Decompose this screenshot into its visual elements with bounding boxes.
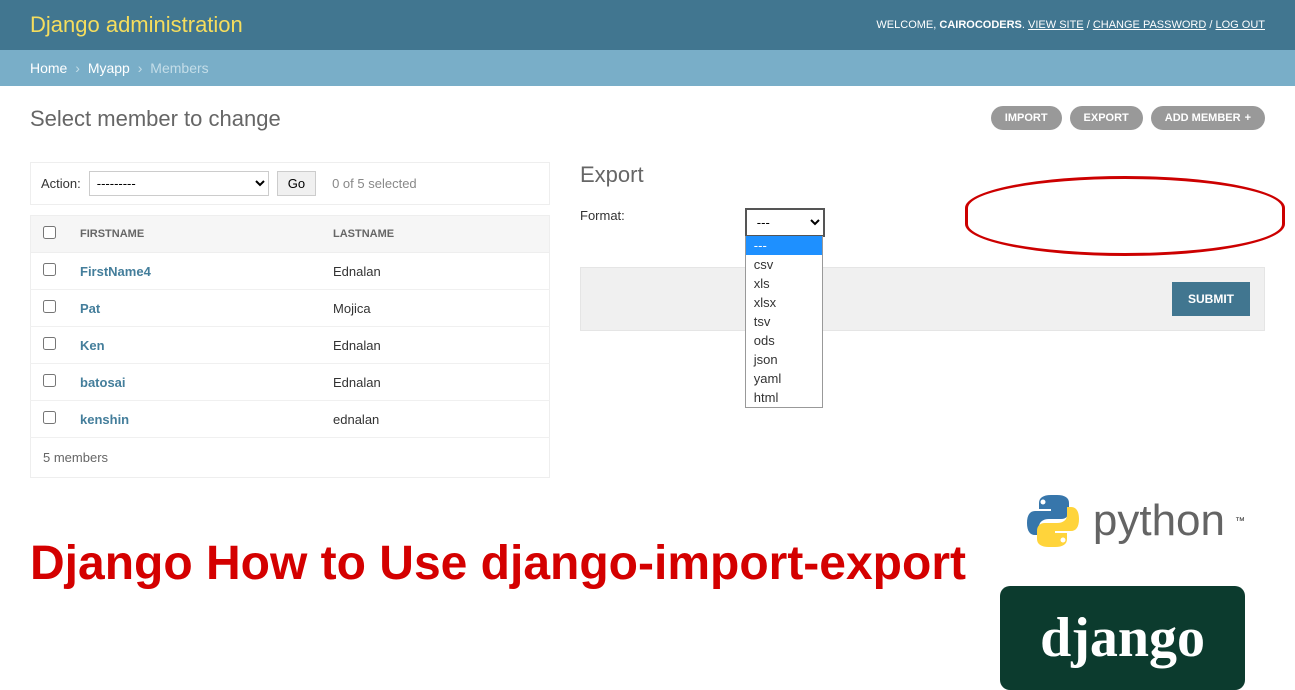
results-table: FIRSTNAME LASTNAME FirstName4 Ednalan Pa…	[30, 215, 550, 438]
python-icon	[1023, 491, 1083, 551]
breadcrumb-home[interactable]: Home	[30, 60, 67, 76]
format-label: Format:	[580, 208, 625, 223]
firstname-link[interactable]: Pat	[80, 301, 100, 316]
username: CAIROCODERS	[939, 19, 1022, 31]
user-links: WELCOME, CAIROCODERS. VIEW SITE / CHANGE…	[876, 19, 1265, 31]
format-option[interactable]: tsv	[746, 312, 822, 331]
lastname-cell: Ednalan	[321, 327, 549, 364]
table-row: Ken Ednalan	[31, 327, 550, 364]
select-all-checkbox[interactable]	[43, 226, 56, 239]
plus-icon: +	[1245, 112, 1251, 124]
format-option[interactable]: xlsx	[746, 293, 822, 312]
row-checkbox[interactable]	[43, 337, 56, 350]
python-logo: python ™	[1023, 491, 1245, 551]
header: Django administration WELCOME, CAIROCODE…	[0, 0, 1295, 50]
header-lastname[interactable]: LASTNAME	[321, 216, 549, 253]
export-title: Export	[580, 162, 1265, 188]
add-member-button[interactable]: ADD MEMBER +	[1151, 106, 1265, 130]
row-checkbox[interactable]	[43, 300, 56, 313]
action-bar: Action: --------- Go 0 of 5 selected	[30, 162, 550, 205]
selection-count: 0 of 5 selected	[332, 176, 417, 191]
table-row: Pat Mojica	[31, 290, 550, 327]
lastname-cell: Ednalan	[321, 253, 549, 290]
submit-row: SUBMIT	[580, 267, 1265, 331]
breadcrumb-current: Members	[150, 60, 208, 76]
object-tools: IMPORT EXPORT ADD MEMBER +	[991, 106, 1265, 130]
breadcrumb: Home › Myapp › Members	[0, 50, 1295, 86]
format-option[interactable]: xls	[746, 274, 822, 293]
paginator: 5 members	[30, 438, 550, 478]
python-text: python	[1093, 496, 1225, 546]
row-checkbox[interactable]	[43, 374, 56, 387]
logout-link[interactable]: LOG OUT	[1215, 19, 1265, 31]
firstname-link[interactable]: Ken	[80, 338, 105, 353]
add-member-label: ADD MEMBER	[1165, 112, 1241, 124]
format-option[interactable]: yaml	[746, 369, 822, 388]
table-row: FirstName4 Ednalan	[31, 253, 550, 290]
format-dropdown: --- csv xls xlsx tsv ods json yaml html	[745, 236, 823, 408]
table-row: kenshin ednalan	[31, 401, 550, 438]
table-row: batosai Ednalan	[31, 364, 550, 401]
change-password-link[interactable]: CHANGE PASSWORD	[1093, 19, 1206, 31]
page-title: Select member to change	[30, 106, 281, 132]
row-checkbox[interactable]	[43, 411, 56, 424]
view-site-link[interactable]: VIEW SITE	[1028, 19, 1084, 31]
header-firstname[interactable]: FIRSTNAME	[68, 216, 321, 253]
action-select[interactable]: ---------	[89, 171, 269, 196]
lastname-cell: ednalan	[321, 401, 549, 438]
brand-title: Django administration	[30, 12, 243, 38]
lastname-cell: Mojica	[321, 290, 549, 327]
export-button[interactable]: EXPORT	[1070, 106, 1143, 130]
row-checkbox[interactable]	[43, 263, 56, 276]
import-button[interactable]: IMPORT	[991, 106, 1062, 130]
breadcrumb-app[interactable]: Myapp	[88, 60, 130, 76]
firstname-link[interactable]: batosai	[80, 375, 126, 390]
submit-button[interactable]: SUBMIT	[1172, 282, 1250, 316]
django-badge: django	[1000, 586, 1245, 690]
format-option[interactable]: ---	[746, 236, 822, 255]
format-option[interactable]: json	[746, 350, 822, 369]
format-option[interactable]: ods	[746, 331, 822, 350]
firstname-link[interactable]: FirstName4	[80, 264, 151, 279]
format-option[interactable]: csv	[746, 255, 822, 274]
lastname-cell: Ednalan	[321, 364, 549, 401]
welcome-text: WELCOME,	[876, 19, 936, 31]
trademark: ™	[1235, 516, 1245, 527]
overlay-title: Django How to Use django-import-export	[30, 536, 966, 591]
format-select[interactable]: ---	[745, 208, 825, 237]
firstname-link[interactable]: kenshin	[80, 412, 129, 427]
format-option[interactable]: html	[746, 388, 822, 407]
go-button[interactable]: Go	[277, 171, 316, 196]
action-label: Action:	[41, 176, 81, 191]
